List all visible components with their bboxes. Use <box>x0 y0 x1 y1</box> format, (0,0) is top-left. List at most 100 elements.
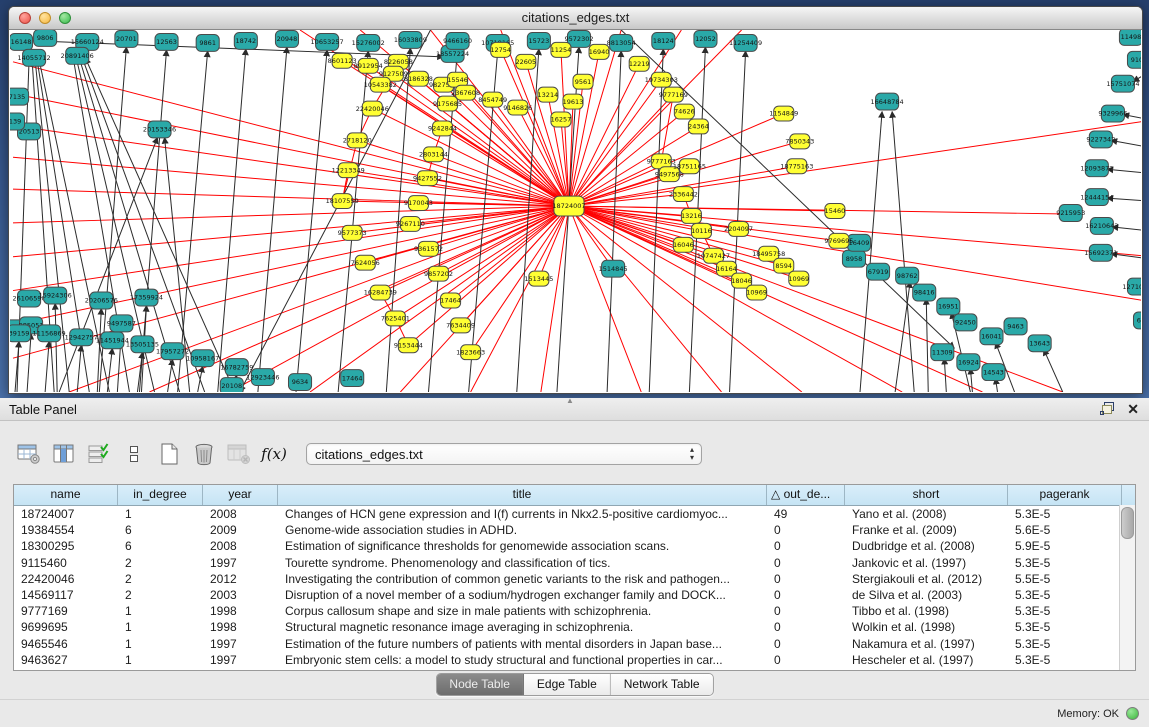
show-columns-icon[interactable] <box>51 441 77 467</box>
table-cell: Investigating the contribution of common… <box>278 571 767 587</box>
graph-node-label: 17957272 <box>156 347 189 355</box>
table-row[interactable]: 1830029562008Estimation of significance … <box>14 538 1135 554</box>
column-header[interactable]: year <box>203 485 278 505</box>
table-cell: 2 <box>118 571 203 587</box>
table-cell: de Silva et al. (2003) <box>845 587 1008 603</box>
column-header[interactable]: pagerank <box>1008 485 1122 505</box>
tab-edge-table[interactable]: Edge Table <box>524 674 611 695</box>
column-header[interactable]: in_degree <box>118 485 203 505</box>
row-pair-icon[interactable] <box>121 441 147 467</box>
table-cell: 2008 <box>203 538 278 554</box>
graph-node-label: 92450 <box>955 319 976 327</box>
network-window[interactable]: citations_edges.txt 16148980615660124207… <box>8 6 1143 394</box>
graph-node-label: 10747427 <box>697 252 730 260</box>
table-row[interactable]: 969969511998Structural magnetic resonanc… <box>14 619 1135 635</box>
table-row[interactable]: 1938455462009Genome-wide association stu… <box>14 522 1135 538</box>
graph-node-label: 9777169 <box>659 91 688 99</box>
function-builder-icon[interactable]: f(x) <box>261 441 287 467</box>
scrollbar-thumb[interactable] <box>1121 507 1134 539</box>
table-row[interactable]: 1872400712008Changes of HCN gene express… <box>14 506 1135 522</box>
graph-node-label: 20206576 <box>85 297 118 305</box>
new-table-icon[interactable] <box>156 441 182 467</box>
graph-node-label: 10653257 <box>311 38 344 46</box>
column-header[interactable]: short <box>845 485 1008 505</box>
table-row[interactable]: 977716911998Corpus callosum shape and si… <box>14 603 1135 619</box>
table-row[interactable]: 946362711997Embryonic stem cells: a mode… <box>14 652 1135 668</box>
table-cell: Franke et al. (2009) <box>845 522 1008 538</box>
table-cell: 1 <box>118 652 203 668</box>
graph-node-label: 16257 <box>551 116 572 124</box>
float-panel-icon[interactable] <box>1100 402 1115 416</box>
graph-node-label: 15660124 <box>71 38 104 46</box>
graph-node-label: 15276002 <box>352 39 385 47</box>
graph-node-label: 16284739 <box>364 289 397 297</box>
table-cell: 1997 <box>203 652 278 668</box>
graph-node-label: 98762 <box>897 272 918 280</box>
graph-node-label: 19613 <box>563 98 584 106</box>
column-header[interactable]: △ out_de... <box>767 485 845 505</box>
graph-node-label: 11254 <box>551 46 572 54</box>
splitter-handle-icon[interactable]: ▲ <box>566 396 574 405</box>
graph-node-label: 67919 <box>868 268 889 276</box>
table-cell: 5.3E-5 <box>1008 506 1122 522</box>
graph-node-label: 20108 <box>221 382 242 390</box>
column-header[interactable]: title <box>278 485 767 505</box>
graph-node-label: 15546 <box>447 76 468 84</box>
graph-node-label: 16033809 <box>394 36 427 44</box>
network-canvas[interactable]: 1614898061566012420701125639861187422094… <box>10 30 1141 392</box>
graph-node-label: 1823663 <box>456 348 485 356</box>
table-cell: 19384554 <box>14 522 118 538</box>
table-cell: 2012 <box>203 571 278 587</box>
trash-icon[interactable] <box>191 441 217 467</box>
table-cell: 0 <box>767 619 845 635</box>
table-row[interactable]: 946554611997Estimation of the future num… <box>14 636 1135 652</box>
graph-node-label: 15751074 <box>1106 80 1139 88</box>
table-cell: Nakamura et al. (1997) <box>845 636 1008 652</box>
select-rows-icon[interactable] <box>86 441 112 467</box>
table-cell: 0 <box>767 636 845 652</box>
graph-node-label: 9242844 <box>428 125 457 133</box>
node-table: namein_degreeyeartitle△ out_de...shortpa… <box>13 484 1136 671</box>
tab-network-table[interactable]: Network Table <box>611 674 713 695</box>
graph-node-label: 20701 <box>116 35 137 43</box>
table-settings-icon[interactable] <box>16 441 42 467</box>
table-cell: Hescheler et al. (1997) <box>845 652 1008 668</box>
graph-node-label: 11156869 <box>33 330 66 338</box>
table-cell: 5.3E-5 <box>1008 555 1122 571</box>
graph-node-label: 10116 <box>691 227 712 235</box>
column-header[interactable]: name <box>14 485 118 505</box>
table-cell: Dudbridge et al. (2008) <box>845 538 1008 554</box>
table-cell: 5.5E-5 <box>1008 571 1122 587</box>
graph-node-label: 13216 <box>681 212 702 220</box>
close-panel-icon[interactable]: ✕ <box>1127 401 1139 417</box>
graph-node-label: 39159 <box>10 330 29 338</box>
table-cell: 1 <box>118 506 203 522</box>
graph-node-label: 13505135 <box>126 340 159 348</box>
table-selector-dropdown[interactable]: citations_edges.txt ▴▾ <box>306 443 702 465</box>
table-cell: Changes of HCN gene expression and I(f) … <box>278 506 767 522</box>
graph-node-label: 8594 <box>775 262 792 270</box>
table-scrollbar[interactable] <box>1119 505 1135 670</box>
table-cell: 5.3E-5 <box>1008 603 1122 619</box>
table-cell: 5.3E-5 <box>1008 587 1122 603</box>
table-row[interactable]: 911546021997Tourette syndrome. Phenomeno… <box>14 555 1135 571</box>
graph-node-label: 6777 <box>1137 317 1141 325</box>
graph-node-label: 20891406 <box>61 52 94 60</box>
graph-node-label: 18107559 <box>326 197 359 205</box>
graph-node-label: 10543382 <box>364 81 397 89</box>
table-row[interactable]: 1456911722003Disruption of a novel membe… <box>14 587 1135 603</box>
memory-ok-indicator-icon[interactable] <box>1126 707 1139 720</box>
graph-node-label: 74626 <box>674 108 695 116</box>
table-cell: Wolkin et al. (1998) <box>845 619 1008 635</box>
table-row[interactable]: 2242004622012Investigating the contribut… <box>14 571 1135 587</box>
table-cell: 6 <box>118 538 203 554</box>
tab-node-table[interactable]: Node Table <box>436 674 524 695</box>
network-view[interactable]: 1614898061566012420701125639861187422094… <box>10 30 1141 392</box>
table-body: 1872400712008Changes of HCN gene express… <box>14 506 1135 668</box>
graph-node-label: 18046 <box>731 277 752 285</box>
graph-node-label: 10958167 <box>186 354 219 362</box>
table-cell: 5.9E-5 <box>1008 538 1122 554</box>
table-cell: Corpus callosum shape and size in male p… <box>278 603 767 619</box>
graph-node-label: 9861 <box>199 39 216 47</box>
window-titlebar[interactable]: citations_edges.txt <box>9 7 1142 30</box>
